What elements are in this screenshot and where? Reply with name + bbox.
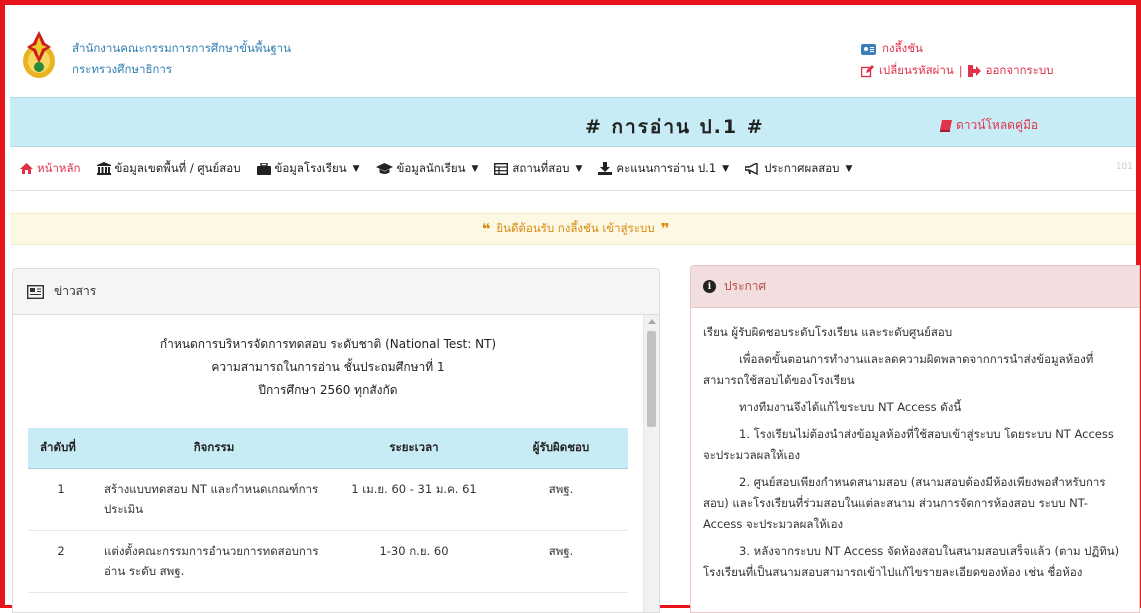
col-header-period: ระยะเวลา — [334, 428, 494, 469]
nav-item-reading-score[interactable]: คะแนนการอ่าน ป.1 ▼ — [598, 160, 729, 178]
scroll-up-arrow-icon[interactable] — [648, 319, 656, 324]
chevron-down-icon: ▼ — [722, 163, 730, 174]
edit-icon — [861, 64, 874, 77]
row-activity: แต่งตั้งคณะกรรมการอำนวยการทดสอบการอ่าน ร… — [94, 530, 334, 593]
announcement-paragraph: 2. ศูนย์สอบเพียงกำหนดสนามสอบ (สนามสอบต้อ… — [703, 475, 1106, 531]
change-password-link[interactable]: เปลี่ยนรหัสผ่าน — [879, 62, 954, 80]
id-card-icon — [861, 43, 876, 55]
nav-label: ข้อมูลโรงเรียน — [274, 160, 347, 175]
title-band: # การอ่าน ป.1 # ดาวน์โหลดคู่มือ — [10, 97, 1136, 147]
announcement-year: ปีการศึกษา 2560 ทุกสังกัด — [258, 383, 398, 397]
table-row: 2 แต่งตั้งคณะกรรมการอำนวยการทดสอบการอ่าน… — [28, 530, 628, 593]
site-header: สำนักงานคณะกรรมการการศึกษาขั้นพื้นฐาน กร… — [10, 10, 1136, 97]
news-body: กำหนดการบริหารจัดการทดสอบ ระดับชาติ (Nat… — [13, 315, 643, 612]
announcement-body: เรียน ผู้รับผิดชอบระดับโรงเรียน และระดับ… — [691, 308, 1139, 583]
row-responsible: สพฐ. — [494, 468, 628, 531]
col-header-no: ลำดับที่ — [28, 428, 94, 469]
row-responsible: สพฐ. — [494, 530, 628, 593]
nav-item-student-data[interactable]: ข้อมูลนักเรียน ▼ — [375, 160, 479, 178]
col-header-activity: กิจกรรม — [94, 428, 334, 469]
table-icon — [494, 162, 509, 175]
chevron-down-icon: ▼ — [575, 163, 583, 174]
download-icon — [598, 162, 613, 175]
nav-item-home[interactable]: หน้าหลัก — [20, 160, 81, 178]
row-period: 1-30 ก.ย. 60 — [334, 530, 494, 593]
nav-label: หน้าหลัก — [37, 160, 81, 175]
announcement-paragraph: เรียน ผู้รับผิดชอบระดับโรงเรียน และระดับ… — [703, 325, 953, 339]
logout-link[interactable]: ออกจากระบบ — [986, 62, 1054, 80]
home-icon — [20, 163, 33, 174]
announcement-paragraph: เพื่อลดขั้นตอนการทำงานและลดความผิดพลาดจา… — [703, 352, 1094, 387]
news-heading: ข่าวสาร — [54, 284, 97, 298]
download-manual-link[interactable]: ดาวน์โหลดคู่มือ — [940, 116, 1038, 135]
nav-item-area-data[interactable]: ข้อมูลเขตพื้นที่ / ศูนย์สอบ — [96, 160, 241, 178]
announcement-subtitle: ความสามารถในการอ่าน ชั้นประถมศึกษาที่ 1 — [211, 360, 445, 374]
briefcase-icon — [256, 162, 271, 175]
row-activity: สร้างแบบทดสอบ NT และกำหนดเกณฑ์การประเมิน — [94, 468, 334, 531]
book-icon — [940, 119, 952, 132]
welcome-banner: ❝ ยินดีต้อนรับ กงลึ้งชัน เข้าสู่ระบบ ❞ — [10, 213, 1136, 245]
scrollbar-thumb[interactable] — [647, 331, 656, 427]
account-links: เปลี่ยนรหัสผ่าน | ออกจากระบบ — [861, 62, 1053, 80]
main-nav: หน้าหลัก ข้อมูลเขตพื้นที่ / ศูนย์สอบ ข้อ… — [10, 147, 1136, 191]
nav-label: ประกาศผลสอบ — [764, 160, 840, 175]
row-no: 1 — [28, 468, 94, 531]
user-profile-link[interactable]: กงลึ้งชัน — [861, 40, 923, 58]
close-quote-icon: ❞ — [660, 220, 670, 238]
row-no: 2 — [28, 530, 94, 593]
sign-out-icon — [967, 65, 981, 77]
welcome-text: ยินดีต้อนรับ กงลึ้งชัน เข้าสู่ระบบ — [496, 221, 655, 235]
announcement-panel: i ประกาศ เรียน ผู้รับผิดชอบระดับโรงเรียน… — [690, 265, 1140, 613]
org-name-line1: สำนักงานคณะกรรมการการศึกษาขั้นพื้นฐาน — [72, 41, 291, 55]
news-panel: ข่าวสาร กำหนดการบริหารจัดการทดสอบ ระดับช… — [12, 268, 660, 613]
nav-label: ข้อมูลเขตพื้นที่ / ศูนย์สอบ — [114, 160, 241, 175]
announcement-panel-header: i ประกาศ — [691, 266, 1139, 308]
download-manual-label: ดาวน์โหลดคู่มือ — [956, 118, 1039, 132]
nav-extra-text: 101 — [1115, 162, 1133, 172]
announcement-heading: ประกาศ — [724, 279, 767, 293]
announcement-paragraph: ทางทีมงานจึงได้แก้ไขระบบ NT Access ดังนี… — [739, 400, 962, 414]
open-quote-icon: ❝ — [481, 220, 491, 238]
news-scrollbar[interactable] — [643, 315, 659, 612]
announcement-paragraph: 3. หลังจากระบบ NT Access จัดห้องสอบในสนา… — [703, 544, 1120, 579]
graduation-cap-icon — [375, 162, 393, 174]
nav-item-results[interactable]: ประกาศผลสอบ ▼ — [745, 160, 852, 178]
table-header-row: ลำดับที่ กิจกรรม ระยะเวลา ผู้รับผิดชอบ — [28, 428, 628, 469]
nav-label: สถานที่สอบ — [512, 160, 570, 175]
link-separator: | — [958, 64, 963, 78]
announcement-paragraph: 1. โรงเรียนไม่ต้องนำส่งข้อมูลห้องที่ใช้ส… — [703, 427, 1114, 462]
info-circle-icon: i — [703, 280, 716, 293]
nav-label: คะแนนการอ่าน ป.1 — [616, 160, 717, 175]
news-panel-header: ข่าวสาร — [13, 269, 659, 315]
page-title: # การอ่าน ป.1 # — [585, 116, 765, 138]
newspaper-icon — [27, 284, 44, 299]
org-name-line2: กระทรวงศึกษาธิการ — [72, 62, 173, 76]
col-header-responsible: ผู้รับผิดชอบ — [494, 428, 628, 469]
user-name: กงลึ้งชัน — [882, 41, 923, 55]
megaphone-icon — [745, 162, 758, 175]
table-row: 1 สร้างแบบทดสอบ NT และกำหนดเกณฑ์การประเม… — [28, 468, 628, 531]
bank-icon — [96, 162, 111, 175]
announcement-title: กำหนดการบริหารจัดการทดสอบ ระดับชาติ (Nat… — [159, 337, 497, 351]
row-period: 1 เม.ย. 60 - 31 ม.ค. 61 — [334, 468, 494, 531]
chevron-down-icon: ▼ — [471, 163, 479, 174]
nav-item-exam-venue[interactable]: สถานที่สอบ ▼ — [494, 160, 582, 178]
schedule-table: ลำดับที่ กิจกรรม ระยะเวลา ผู้รับผิดชอบ 1… — [28, 428, 628, 593]
chevron-down-icon: ▼ — [352, 163, 360, 174]
ministry-logo — [23, 31, 55, 78]
nav-item-school-data[interactable]: ข้อมูลโรงเรียน ▼ — [256, 160, 360, 178]
nav-label: ข้อมูลนักเรียน — [396, 160, 466, 175]
chevron-down-icon: ▼ — [845, 163, 853, 174]
